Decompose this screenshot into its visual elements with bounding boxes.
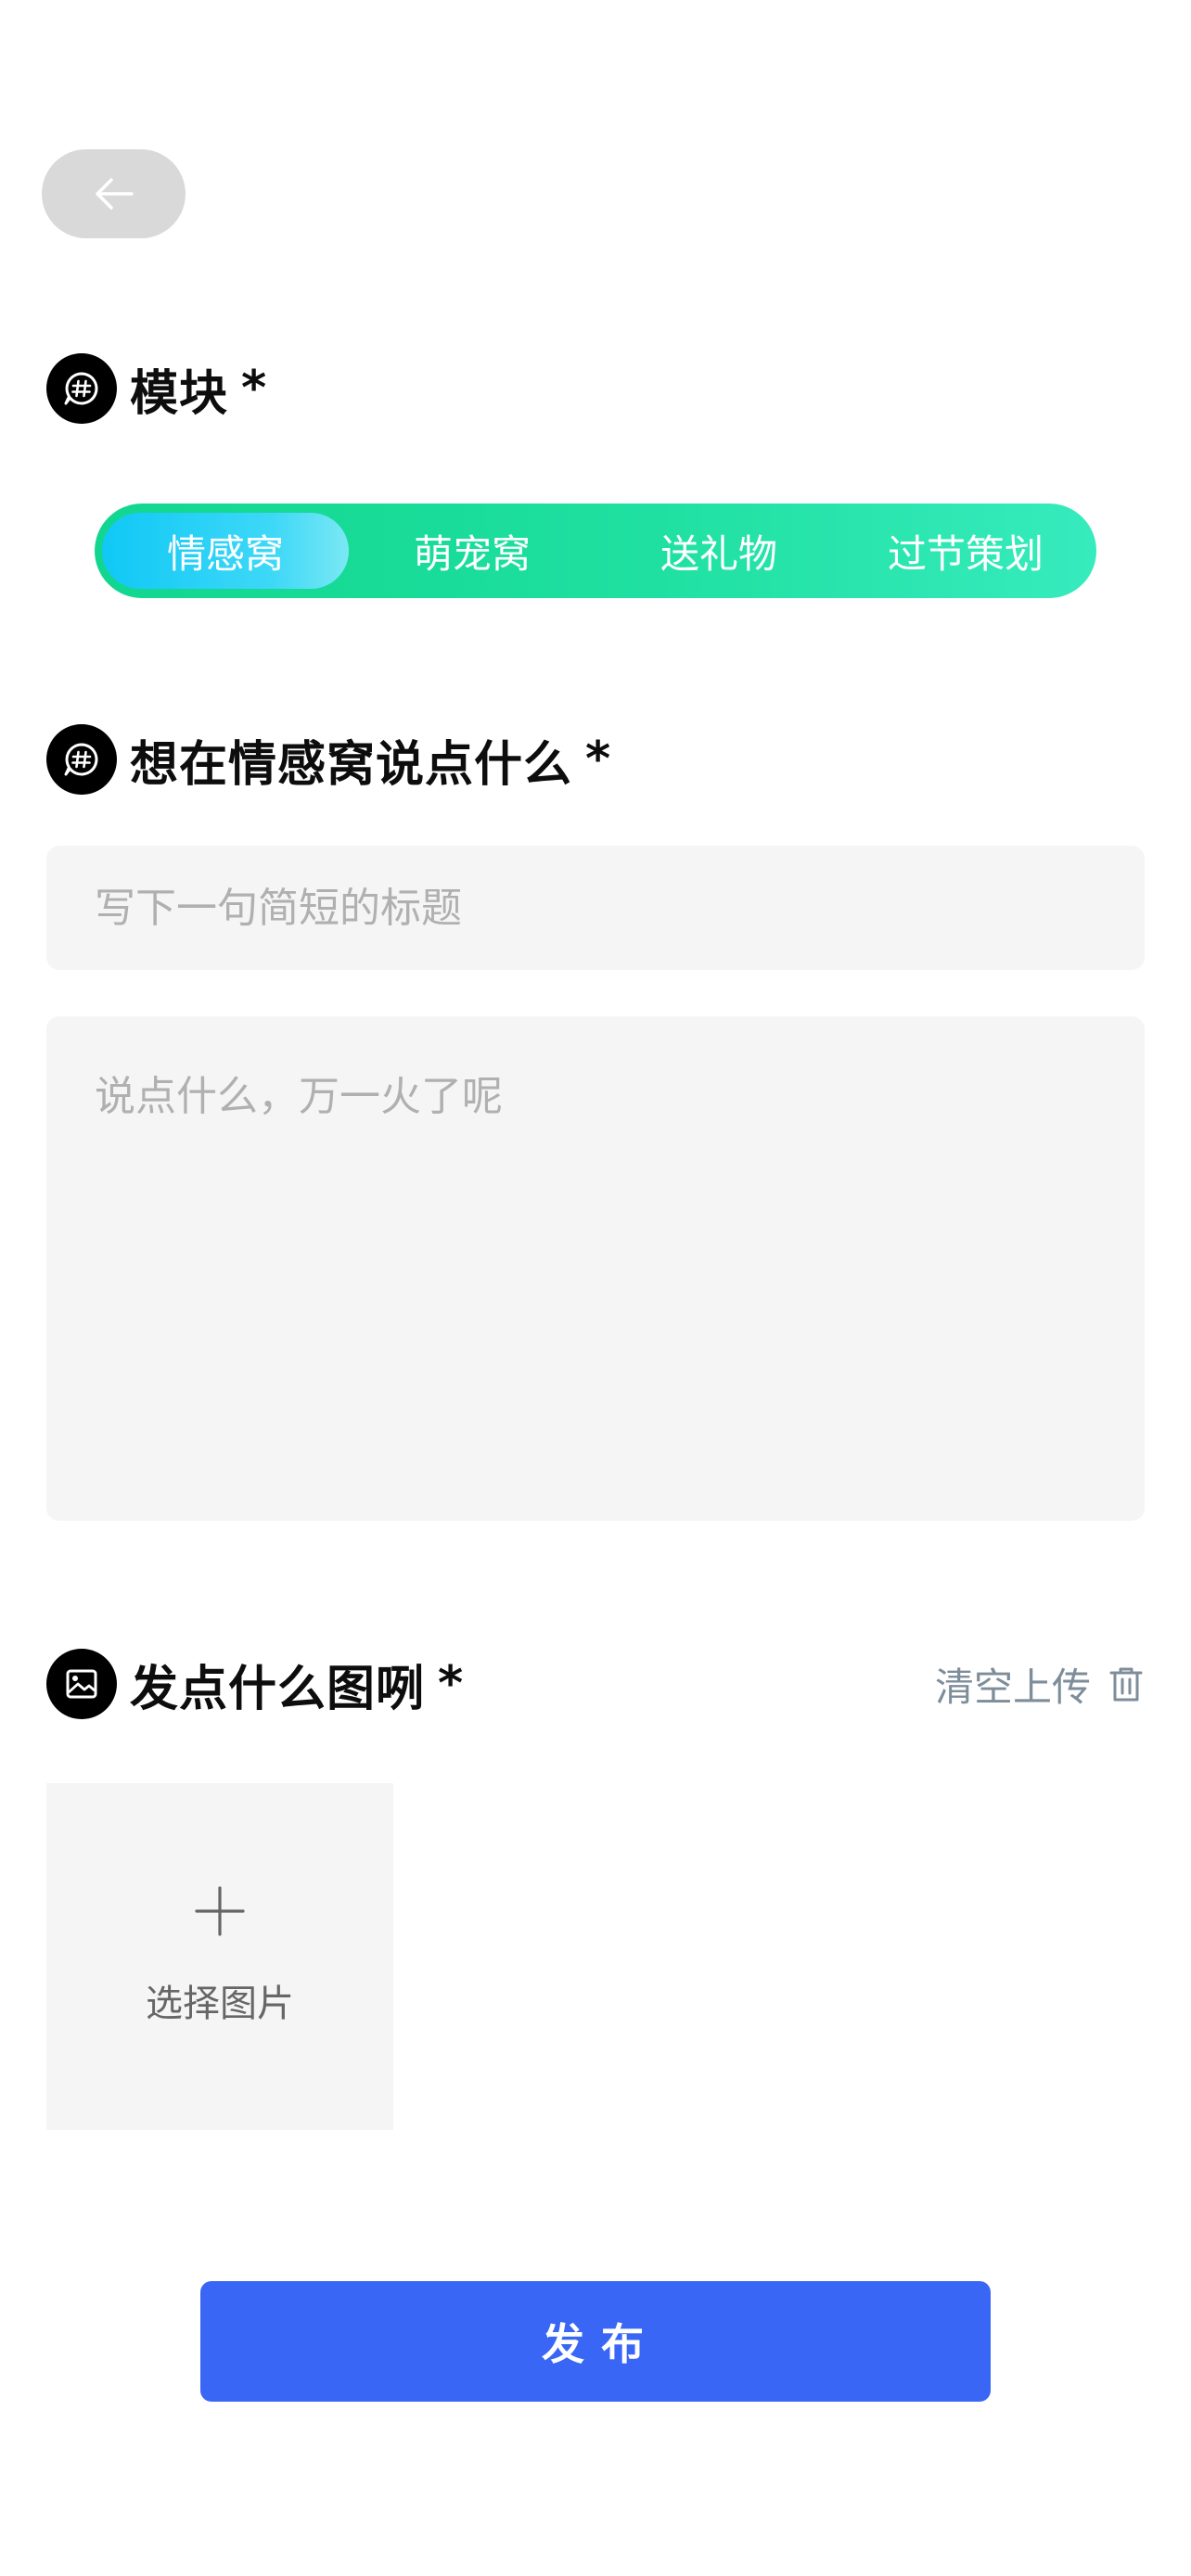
- hashtag-chat-icon: [46, 724, 117, 795]
- post-body-textarea[interactable]: [46, 1016, 1145, 1521]
- clear-upload-label: 清空上传: [934, 1664, 1091, 1710]
- required-mark: *: [438, 1656, 464, 1712]
- arrow-left-icon: [95, 178, 134, 210]
- image-icon: [46, 1649, 117, 1719]
- tab-holiday-planning[interactable]: 过节策划: [842, 513, 1089, 589]
- trash-icon: [1109, 1667, 1143, 1702]
- publish-button[interactable]: 发布: [200, 2281, 991, 2402]
- tab-pets[interactable]: 萌宠窝: [349, 513, 596, 589]
- clear-upload-button[interactable]: 清空上传: [935, 1649, 1145, 1719]
- back-button[interactable]: [42, 149, 186, 238]
- image-section-title: 发点什么图咧: [130, 1661, 426, 1717]
- required-mark: *: [241, 361, 267, 416]
- module-section-title: 模块: [130, 365, 229, 422]
- required-mark: *: [585, 732, 611, 787]
- select-image-button[interactable]: 选择图片: [46, 1783, 393, 2130]
- plus-icon: [195, 1886, 245, 1936]
- hashtag-chat-icon: [46, 353, 117, 424]
- module-section-header: 模块 *: [46, 353, 266, 424]
- post-section-header: 想在情感窝说点什么 *: [46, 724, 610, 795]
- post-title-input[interactable]: [46, 846, 1145, 970]
- tab-gifts[interactable]: 送礼物: [596, 513, 842, 589]
- module-tabs: 情感窝 萌宠窝 送礼物 过节策划: [95, 504, 1096, 598]
- select-image-label: 选择图片: [146, 1983, 294, 2025]
- post-section-title: 想在情感窝说点什么: [130, 736, 573, 793]
- image-section-header: 发点什么图咧 *: [46, 1649, 463, 1719]
- tab-emotion[interactable]: 情感窝: [102, 513, 349, 589]
